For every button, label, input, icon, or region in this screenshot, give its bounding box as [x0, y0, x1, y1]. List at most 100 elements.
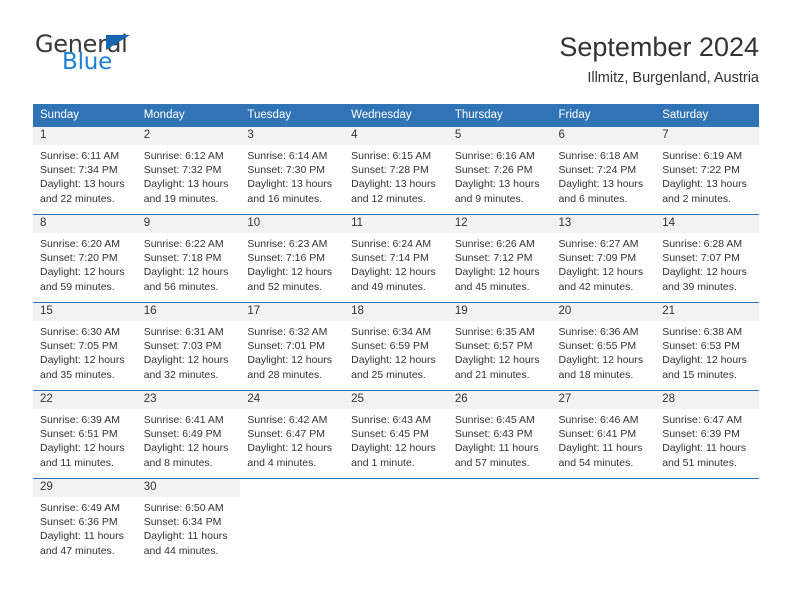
day-number: 20 — [551, 303, 656, 321]
daylight-text: Daylight: 11 hours and 57 minutes. — [454, 442, 539, 469]
day-number-band — [447, 479, 552, 497]
sunset-text: Sunset: 6:55 PM — [558, 340, 637, 353]
sunrise-text: Sunrise: 6:27 AM — [558, 238, 639, 250]
calendar-day-cell[interactable]: 2 Sunrise: 6:12 AM Sunset: 7:32 PM Daylight… — [136, 126, 241, 215]
calendar-day-cell[interactable]: 11 Sunrise: 6:24 AM Sunset: 7:14 PM Dayligh… — [344, 214, 448, 303]
day-details: Sunrise: 6:32 AM Sunset: 7:01 PM Daylight:… — [240, 321, 344, 382]
daylight-text: Daylight: 12 hours and 52 minutes. — [247, 266, 333, 293]
sunset-text: Sunset: 6:39 PM — [662, 428, 740, 441]
calendar-day-cell[interactable]: 6 Sunrise: 6:18 AM Sunset: 7:24 PM Daylight… — [551, 126, 656, 215]
calendar-day-cell[interactable]: 1 Sunrise: 6:11 AM Sunset: 7:34 PM Daylight… — [33, 126, 137, 215]
day-number: 16 — [136, 303, 241, 321]
weekday-header-row: Sunday Monday Tuesday Wednesday Thursday Frid… — [33, 104, 759, 127]
calendar-day-cell[interactable]: 15 Sunrise: 6:30 AM Sunset: 7:05 PM Dayligh… — [33, 302, 137, 391]
sunrise-text: Sunrise: 6:19 AM — [662, 150, 743, 162]
calendar-week-row: 29 Sunrise: 6:49 AM Sunset: 6:36 PM Dayligh… — [33, 478, 759, 567]
day-details: Sunrise: 6:43 AM Sunset: 6:45 PM Daylight:… — [344, 409, 448, 470]
sunset-text: Sunset: 6:45 PM — [351, 428, 429, 441]
calendar-day-cell[interactable]: 10 Sunrise: 6:23 AM Sunset: 7:16 PM Dayligh… — [240, 214, 345, 303]
sunset-text: Sunset: 6:36 PM — [40, 516, 118, 529]
sunset-text: Sunset: 7:22 PM — [662, 164, 740, 177]
title-block: September 2024 Illmitz, Burgenland, Aust… — [559, 30, 759, 86]
sunset-text: Sunset: 6:41 PM — [558, 428, 637, 441]
calendar-day-cell[interactable]: 4 Sunrise: 6:15 AM Sunset: 7:28 PM Daylight… — [344, 126, 448, 215]
calendar-day-cell[interactable]: 5 Sunrise: 6:16 AM Sunset: 7:26 PM Daylight… — [447, 126, 552, 215]
calendar-day-cell-empty — [447, 478, 552, 567]
day-details: Sunrise: 6:39 AM Sunset: 6:51 PM Daylight:… — [33, 409, 137, 470]
calendar-day-cell[interactable]: 24 Sunrise: 6:42 AM Sunset: 6:47 PM Dayligh… — [240, 390, 345, 479]
calendar-week-row: 8 Sunrise: 6:20 AM Sunset: 7:20 PM Daylight… — [33, 214, 759, 303]
day-number: 5 — [447, 127, 552, 145]
day-number: 15 — [33, 303, 137, 321]
calendar-week-row: 15 Sunrise: 6:30 AM Sunset: 7:05 PM Dayligh… — [33, 302, 759, 391]
calendar-table: Sunday Monday Tuesday Wednesday Thursday Frid… — [33, 104, 759, 567]
calendar-day-cell[interactable]: 12 Sunrise: 6:26 AM Sunset: 7:12 PM Dayligh… — [447, 214, 552, 303]
daylight-text: Daylight: 13 hours and 12 minutes. — [351, 178, 436, 205]
calendar-day-cell[interactable]: 30 Sunrise: 6:50 AM Sunset: 6:34 PM Dayligh… — [136, 478, 241, 567]
sunset-text: Sunset: 7:16 PM — [247, 252, 326, 265]
logo-triangle-icon — [106, 35, 130, 50]
calendar-day-cell[interactable]: 9 Sunrise: 6:22 AM Sunset: 7:18 PM Daylight… — [136, 214, 241, 303]
day-details: Sunrise: 6:35 AM Sunset: 6:57 PM Daylight:… — [448, 321, 552, 382]
sunset-text: Sunset: 6:53 PM — [662, 340, 740, 353]
day-number: 27 — [551, 391, 656, 409]
day-number-band — [655, 479, 759, 497]
day-details: Sunrise: 6:45 AM Sunset: 6:43 PM Daylight:… — [448, 409, 552, 470]
daylight-text: Daylight: 12 hours and 39 minutes. — [662, 266, 747, 293]
day-number: 11 — [344, 215, 448, 233]
weekday-header-monday: Monday — [136, 104, 241, 127]
day-number: 30 — [136, 479, 241, 497]
calendar-day-cell[interactable]: 18 Sunrise: 6:34 AM Sunset: 6:59 PM Dayligh… — [344, 302, 448, 391]
calendar-day-cell[interactable]: 3 Sunrise: 6:14 AM Sunset: 7:30 PM Daylight… — [240, 126, 345, 215]
daylight-text: Daylight: 11 hours and 54 minutes. — [558, 442, 643, 469]
day-details: Sunrise: 6:28 AM Sunset: 7:07 PM Daylight:… — [655, 233, 759, 294]
daylight-text: Daylight: 12 hours and 21 minutes. — [454, 354, 540, 381]
calendar-day-cell[interactable]: 13 Sunrise: 6:27 AM Sunset: 7:09 PM Dayligh… — [551, 214, 656, 303]
sunrise-text: Sunrise: 6:15 AM — [351, 150, 432, 162]
calendar-day-cell[interactable]: 17 Sunrise: 6:32 AM Sunset: 7:01 PM Dayligh… — [240, 302, 345, 391]
sunrise-text: Sunrise: 6:23 AM — [247, 238, 328, 250]
day-number: 23 — [136, 391, 241, 409]
sunrise-text: Sunrise: 6:18 AM — [558, 150, 639, 162]
sunset-text: Sunset: 6:47 PM — [247, 428, 326, 441]
calendar-day-cell[interactable]: 22 Sunrise: 6:39 AM Sunset: 6:51 PM Dayligh… — [33, 390, 137, 479]
sunset-text: Sunset: 7:28 PM — [351, 164, 429, 177]
calendar-day-cell[interactable]: 7 Sunrise: 6:19 AM Sunset: 7:22 PM Daylight… — [655, 126, 759, 215]
day-details: Sunrise: 6:42 AM Sunset: 6:47 PM Daylight:… — [240, 409, 344, 470]
daylight-text: Daylight: 12 hours and 15 minutes. — [662, 354, 747, 381]
day-number: 4 — [344, 127, 448, 145]
calendar-day-cell[interactable]: 26 Sunrise: 6:45 AM Sunset: 6:43 PM Dayligh… — [447, 390, 552, 479]
sunrise-text: Sunrise: 6:43 AM — [351, 414, 432, 426]
calendar-day-cell[interactable]: 19 Sunrise: 6:35 AM Sunset: 6:57 PM Dayligh… — [447, 302, 552, 391]
calendar-day-cell[interactable]: 27 Sunrise: 6:46 AM Sunset: 6:41 PM Dayligh… — [551, 390, 656, 479]
day-number: 6 — [551, 127, 656, 145]
sunrise-text: Sunrise: 6:31 AM — [143, 326, 224, 338]
sunset-text: Sunset: 6:57 PM — [454, 340, 533, 353]
calendar-day-cell[interactable]: 21 Sunrise: 6:38 AM Sunset: 6:53 PM Dayligh… — [655, 302, 759, 391]
calendar-day-cell[interactable]: 14 Sunrise: 6:28 AM Sunset: 7:07 PM Dayligh… — [655, 214, 759, 303]
day-number-band — [240, 479, 345, 497]
sunrise-text: Sunrise: 6:38 AM — [662, 326, 743, 338]
day-details: Sunrise: 6:19 AM Sunset: 7:22 PM Daylight:… — [655, 145, 759, 206]
sunset-text: Sunset: 6:49 PM — [143, 428, 222, 441]
calendar-day-cell[interactable]: 29 Sunrise: 6:49 AM Sunset: 6:36 PM Dayligh… — [33, 478, 137, 567]
calendar-day-cell-empty — [551, 478, 656, 567]
day-number: 26 — [447, 391, 552, 409]
sunset-text: Sunset: 6:59 PM — [351, 340, 429, 353]
calendar-grid: Sunday Monday Tuesday Wednesday Thursday Frid… — [33, 104, 759, 567]
day-details: Sunrise: 6:24 AM Sunset: 7:14 PM Daylight:… — [344, 233, 448, 294]
calendar-day-cell[interactable]: 25 Sunrise: 6:43 AM Sunset: 6:45 PM Dayligh… — [344, 390, 448, 479]
daylight-text: Daylight: 12 hours and 18 minutes. — [558, 354, 644, 381]
day-number: 10 — [240, 215, 345, 233]
calendar-day-cell[interactable]: 8 Sunrise: 6:20 AM Sunset: 7:20 PM Daylight… — [33, 214, 137, 303]
calendar-day-cell[interactable]: 16 Sunrise: 6:31 AM Sunset: 7:03 PM Dayligh… — [136, 302, 241, 391]
day-number: 24 — [240, 391, 345, 409]
sunrise-text: Sunrise: 6:46 AM — [558, 414, 639, 426]
day-details: Sunrise: 6:50 AM Sunset: 6:34 PM Daylight:… — [137, 497, 241, 558]
calendar-day-cell[interactable]: 28 Sunrise: 6:47 AM Sunset: 6:39 PM Dayligh… — [655, 390, 759, 479]
calendar-day-cell[interactable]: 23 Sunrise: 6:41 AM Sunset: 6:49 PM Dayligh… — [136, 390, 241, 479]
calendar-day-cell[interactable]: 20 Sunrise: 6:36 AM Sunset: 6:55 PM Dayligh… — [551, 302, 656, 391]
page-title: September 2024 — [559, 32, 759, 62]
sunset-text: Sunset: 7:32 PM — [143, 164, 222, 177]
daylight-text: Daylight: 12 hours and 56 minutes. — [143, 266, 229, 293]
